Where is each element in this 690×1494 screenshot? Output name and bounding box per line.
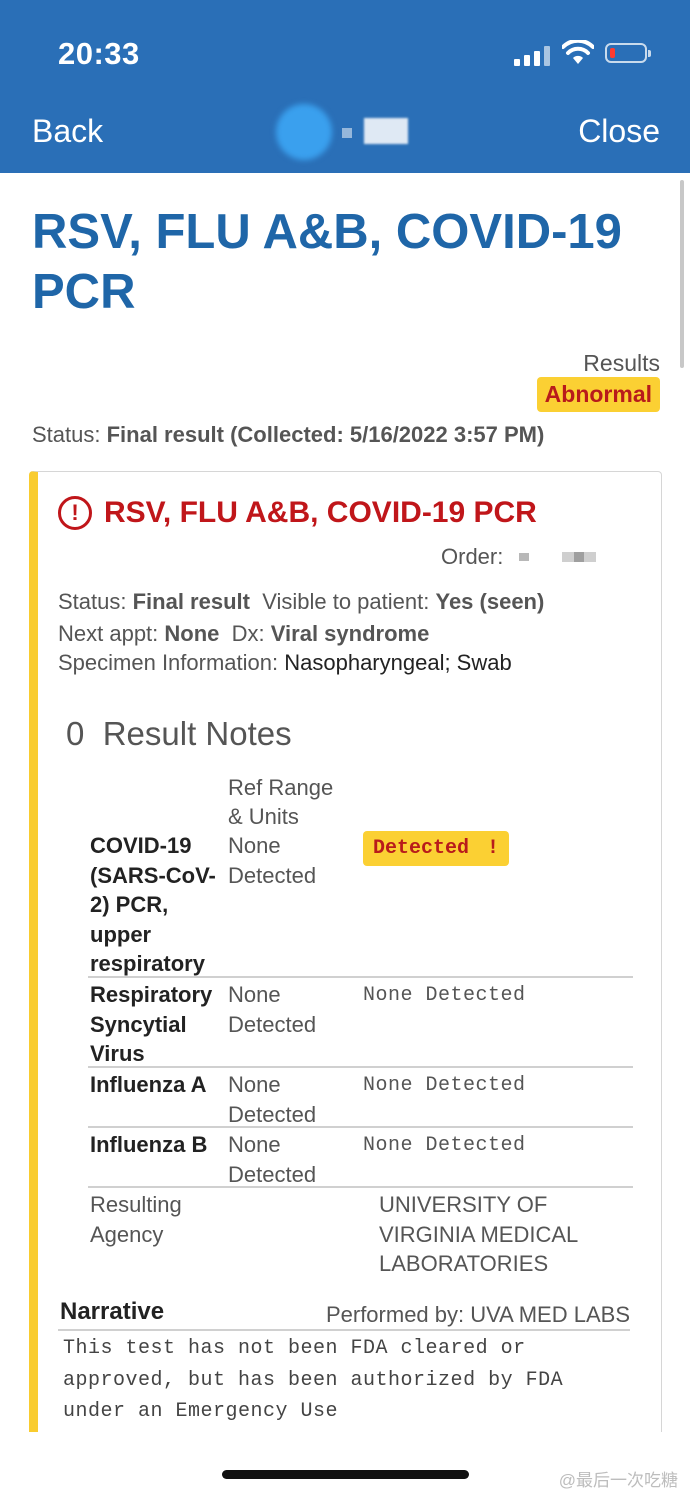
specimen-value: Nasopharyngeal; Swab — [284, 650, 512, 675]
alert-icon: ! — [58, 496, 92, 530]
narrative-divider — [58, 1329, 630, 1331]
table-row-ref: None Detected — [228, 1072, 317, 1127]
watermark: @最后一次吃糖 — [558, 1471, 678, 1490]
battery-icon — [605, 43, 651, 63]
performed-by: Performed by: UVA MED LABS — [325, 1302, 630, 1327]
table-row-value: None Detected — [363, 1134, 526, 1157]
agency-label: Resulting Agency — [90, 1192, 182, 1247]
row-divider — [88, 1066, 633, 1068]
narrative-heading: Narrative — [60, 1298, 165, 1325]
close-button[interactable]: Close — [578, 113, 660, 150]
cellular-signal-icon — [514, 44, 552, 66]
table-row-value: None Detected — [363, 1074, 526, 1097]
detected-value: Detected — [373, 837, 470, 860]
specimen-label: Specimen Information: — [58, 650, 279, 675]
home-indicator[interactable] — [222, 1470, 469, 1479]
abnormal-badge: Abnormal — [536, 377, 660, 412]
table-row-name: Influenza B — [90, 1132, 208, 1157]
status-time: 20:33 — [58, 36, 140, 71]
row-divider — [88, 976, 633, 978]
wifi-icon — [562, 40, 594, 64]
card-status-line: Status: Final result Visible to patient:… — [58, 589, 544, 615]
flag-icon: ! — [487, 837, 500, 860]
card-status-value: Final result — [132, 589, 250, 614]
app-header: 20:33 Back Close — [0, 0, 690, 173]
visible-label: Visible to patient: — [262, 589, 430, 614]
specimen-line: Specimen Information: Nasopharyngeal; Sw… — [58, 650, 512, 676]
redacted-name — [342, 128, 352, 138]
order-label: Order: — [441, 544, 504, 569]
table-row-name: COVID-19 (SARS-CoV-2) PCR, upper respira… — [90, 833, 216, 977]
table-row-ref: None Detected — [228, 1132, 317, 1187]
status-line: Status: Final result (Collected: 5/16/20… — [32, 422, 544, 448]
result-notes-label: Result Notes — [102, 715, 292, 752]
table-row-value: None Detected — [363, 984, 526, 1007]
detected-badge: Detected ! — [363, 831, 510, 866]
result-notes-count: 0 — [66, 715, 85, 752]
card-title: RSV, FLU A&B, COVID-19 PCR — [104, 496, 537, 529]
visible-value: Yes (seen) — [435, 589, 545, 614]
scrollbar[interactable] — [680, 180, 684, 368]
appt-label: Next appt: — [58, 621, 159, 646]
dx-label: Dx: — [231, 621, 265, 646]
ref-range-header: Ref Range & Units — [228, 775, 334, 829]
redacted-order-part — [519, 553, 529, 561]
card-status-label: Status: — [58, 589, 127, 614]
row-divider — [88, 1186, 633, 1188]
redacted-order-number — [562, 552, 596, 562]
result-notes-link[interactable]: 0 Result Notes — [66, 715, 292, 753]
back-button[interactable]: Back — [32, 113, 103, 150]
status-value: Final result — [106, 422, 224, 447]
avatar — [276, 104, 332, 160]
table-row-ref: None Detected — [228, 833, 317, 888]
row-divider — [88, 1126, 633, 1128]
appt-value: None — [164, 621, 220, 646]
status-prefix: Status: — [32, 422, 101, 447]
agency-value: UNIVERSITY OF VIRGINIA MEDICAL LABORATOR… — [379, 1192, 578, 1277]
collected-date: (Collected: 5/16/2022 3:57 PM) — [230, 422, 545, 447]
redacted-name-block — [364, 118, 408, 144]
dx-value: Viral syndrome — [270, 621, 430, 646]
table-row-name: Influenza A — [90, 1072, 207, 1097]
appt-dx-line: Next appt: None Dx: Viral syndrome — [58, 621, 429, 647]
table-row-ref: None Detected — [228, 982, 317, 1037]
page-title: RSV, FLU A&B, COVID-19 PCR — [32, 205, 622, 319]
table-row-name: Respiratory Syncytial Virus — [90, 982, 213, 1067]
results-label: Results — [583, 350, 660, 376]
narrative-text: This test has not been FDA cleared or ap… — [63, 1337, 564, 1423]
